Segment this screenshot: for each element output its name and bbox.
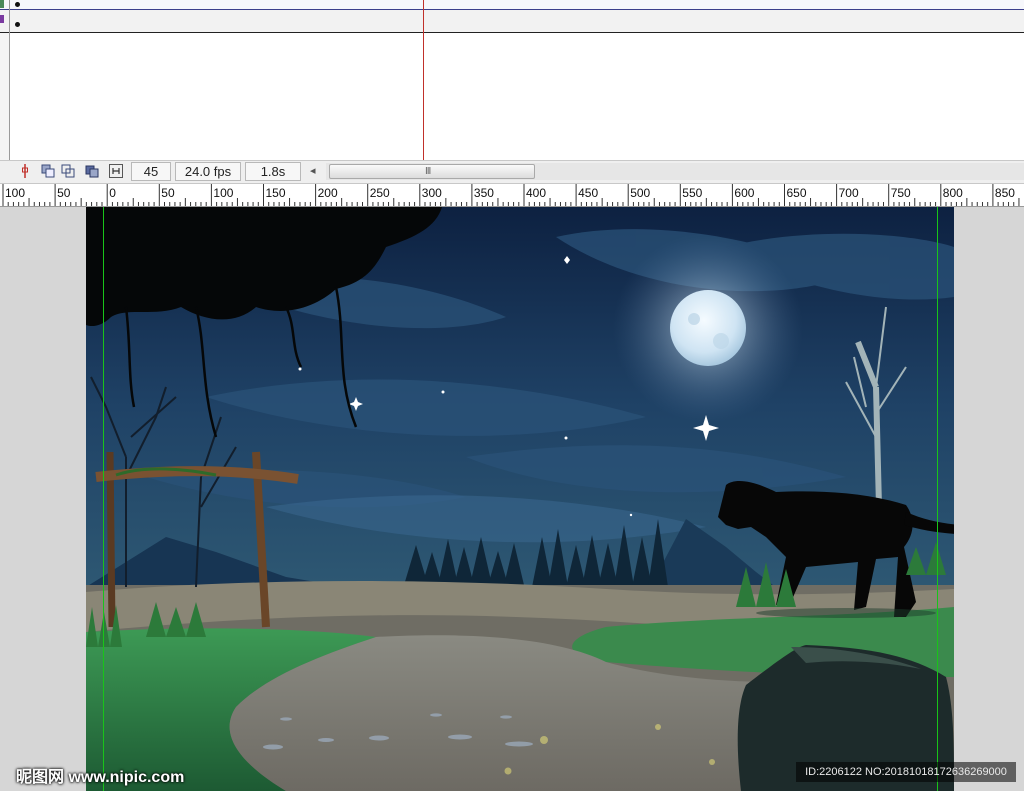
watermark-logo: 昵图网 www.nipic.com bbox=[16, 769, 185, 786]
ruler-label: 550 bbox=[682, 186, 702, 200]
keyframe-marker[interactable] bbox=[15, 22, 20, 27]
timeline-panel bbox=[0, 0, 1024, 160]
stage-guide-left[interactable] bbox=[103, 207, 104, 791]
ruler-label: 50 bbox=[161, 186, 175, 200]
layer-color-swatch bbox=[0, 0, 4, 8]
keyframe-marker[interactable] bbox=[15, 2, 20, 7]
center-frame-icon[interactable] bbox=[17, 163, 33, 179]
frame-rate-field[interactable]: 24.0 fps bbox=[175, 162, 241, 181]
timeline-divider[interactable] bbox=[9, 0, 10, 160]
ruler-label: 100 bbox=[5, 186, 25, 200]
ruler-label: 850 bbox=[995, 186, 1015, 200]
ruler-ticks: 100 50 0 50 100 150 200 250 300 350 400 450 500 550 60… bbox=[2, 184, 1020, 206]
onion-skin-icon[interactable] bbox=[40, 163, 56, 179]
ruler-label: 450 bbox=[578, 186, 598, 200]
ruler-label: 800 bbox=[943, 186, 963, 200]
modify-onion-markers-icon[interactable] bbox=[108, 163, 124, 179]
stage-canvas[interactable] bbox=[86, 207, 954, 791]
moon bbox=[670, 290, 746, 366]
ruler-label: 150 bbox=[266, 186, 286, 200]
onion-skin-outlines-icon[interactable] bbox=[60, 163, 76, 179]
watermark-id: ID:2206122 NO:20181018172636269000 bbox=[796, 762, 1016, 782]
ruler-label: 200 bbox=[318, 186, 338, 200]
elapsed-time-field: 1.8s bbox=[245, 162, 301, 181]
current-frame-field[interactable]: 45 bbox=[131, 162, 171, 181]
timeline-layer-gutter bbox=[0, 33, 9, 160]
scrollbar-grip: III bbox=[425, 166, 431, 177]
layer-color-swatch bbox=[0, 15, 4, 23]
ruler-label: 700 bbox=[839, 186, 859, 200]
ruler-label: 50 bbox=[57, 186, 71, 200]
watermark-bar: 昵图网 www.nipic.com ID:2206122 NO:20181018… bbox=[0, 755, 1024, 791]
scene-illustration bbox=[86, 207, 954, 791]
stage-guide-right[interactable] bbox=[937, 207, 938, 791]
ruler-label: 750 bbox=[891, 186, 911, 200]
scrollbar-thumb[interactable]: III bbox=[329, 164, 535, 179]
edit-multiple-frames-icon[interactable] bbox=[84, 163, 100, 179]
timeline-layer-row[interactable] bbox=[0, 0, 1024, 10]
ruler-label: 0 bbox=[109, 186, 116, 200]
playhead[interactable] bbox=[423, 0, 424, 160]
ruler-label: 400 bbox=[526, 186, 546, 200]
ruler-label: 300 bbox=[422, 186, 442, 200]
ruler-label: 100 bbox=[213, 186, 233, 200]
ruler-label: 250 bbox=[370, 186, 390, 200]
ruler-label: 600 bbox=[734, 186, 754, 200]
ruler-label: 650 bbox=[787, 186, 807, 200]
ruler-label: 500 bbox=[630, 186, 650, 200]
ruler-label: 350 bbox=[474, 186, 494, 200]
scroll-left-arrow-icon[interactable]: ◂ bbox=[310, 164, 316, 177]
timeline-layer-row[interactable] bbox=[0, 10, 1024, 33]
horizontal-ruler: 100 50 0 50 100 150 200 250 300 350 400 450 500 550 60… bbox=[0, 184, 1024, 207]
timeline-status-bar: 45 24.0 fps 1.8s ◂ III bbox=[0, 160, 1024, 184]
